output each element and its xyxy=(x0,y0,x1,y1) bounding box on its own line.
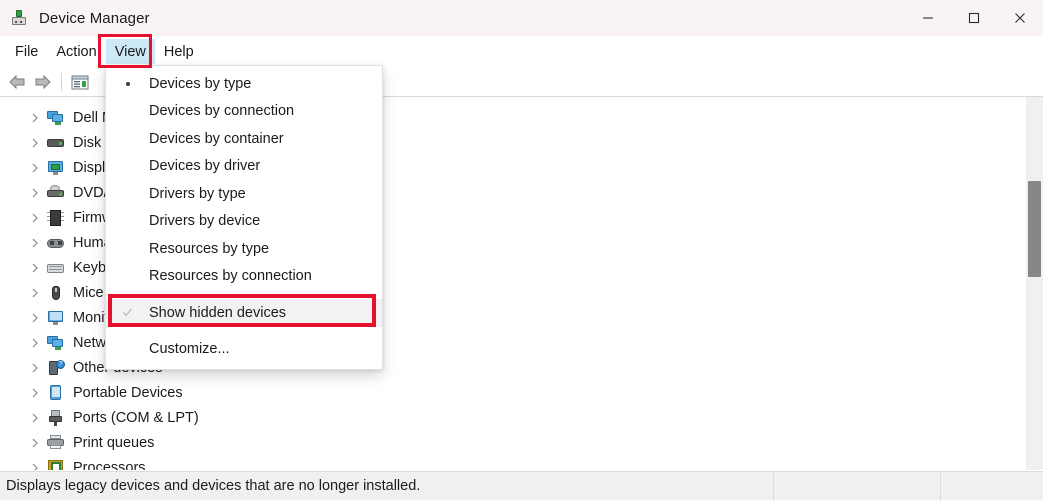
status-message: Displays legacy devices and devices that… xyxy=(6,478,421,494)
display-adapter-icon xyxy=(47,160,65,176)
status-bar: Displays legacy devices and devices that… xyxy=(0,471,1043,501)
chevron-right-icon[interactable] xyxy=(27,335,43,351)
menu-item-drivers-by-device[interactable]: Drivers by device xyxy=(106,208,382,236)
menu-item-label: Customize... xyxy=(149,341,230,358)
chevron-right-icon[interactable] xyxy=(27,410,43,426)
checkmark-icon xyxy=(106,307,149,318)
disk-drive-icon xyxy=(47,135,65,151)
menu-item-devices-by-container[interactable]: Devices by container xyxy=(106,125,382,153)
mouse-icon xyxy=(47,285,65,301)
tree-item-label: Portable Devices xyxy=(73,384,183,401)
menu-action[interactable]: Action xyxy=(47,39,105,64)
chevron-right-icon[interactable] xyxy=(27,160,43,176)
menu-item-resources-by-connection[interactable]: Resources by connection xyxy=(106,263,382,291)
forward-button[interactable] xyxy=(30,70,56,94)
properties-button[interactable] xyxy=(67,70,93,94)
status-panel-2 xyxy=(773,471,940,501)
menu-item-label: Devices by connection xyxy=(149,103,295,120)
chevron-right-icon[interactable] xyxy=(27,235,43,251)
chevron-right-icon[interactable] xyxy=(27,360,43,376)
device-manager-icon xyxy=(11,10,27,26)
menu-item-label: Resources by connection xyxy=(149,268,312,285)
scrollbar-thumb[interactable] xyxy=(1028,181,1041,277)
radio-dot-icon xyxy=(106,81,149,86)
menu-item-resources-by-type[interactable]: Resources by type xyxy=(106,235,382,263)
menu-file[interactable]: File xyxy=(6,39,47,64)
chevron-right-icon[interactable] xyxy=(27,285,43,301)
menu-separator xyxy=(106,327,382,336)
processor-icon xyxy=(47,459,65,470)
menu-separator xyxy=(106,290,382,299)
other-devices-icon: ? xyxy=(47,359,65,376)
maximize-button[interactable] xyxy=(951,0,997,36)
tree-row[interactable]: Processors xyxy=(0,455,1012,470)
menu-item-drivers-by-type[interactable]: Drivers by type xyxy=(106,180,382,208)
tree-item-label: Print queues xyxy=(73,434,155,451)
chevron-right-icon[interactable] xyxy=(27,135,43,151)
menu-item-label: Resources by type xyxy=(149,240,270,257)
tree-item-label: Ports (COM & LPT) xyxy=(73,409,199,426)
port-plug-icon xyxy=(47,409,65,426)
menu-item-label: Devices by driver xyxy=(149,158,261,175)
tree-row[interactable]: Portable Devices xyxy=(0,380,1012,405)
toolbar-separator xyxy=(61,73,62,91)
menu-item-label: Show hidden devices xyxy=(149,304,287,321)
menu-help[interactable]: Help xyxy=(155,39,203,64)
chevron-right-icon[interactable] xyxy=(27,185,43,201)
window-controls xyxy=(905,0,1043,36)
network-adapters-icon xyxy=(47,335,65,351)
menu-item-label: Devices by container xyxy=(149,130,284,147)
menu-item-label: Drivers by type xyxy=(149,185,246,202)
network-adapters-icon xyxy=(47,110,65,126)
window-title: Device Manager xyxy=(39,9,150,27)
status-panel-3 xyxy=(940,471,1043,501)
menu-item-devices-by-driver[interactable]: Devices by driver xyxy=(106,153,382,181)
view-dropdown-menu: Devices by type Devices by connection De… xyxy=(105,65,383,370)
portable-device-icon xyxy=(47,384,65,401)
menu-item-show-hidden-devices[interactable]: Show hidden devices xyxy=(106,299,382,327)
menu-item-devices-by-type[interactable]: Devices by type xyxy=(106,70,382,98)
title-bar: Device Manager xyxy=(0,0,1043,36)
chevron-right-icon[interactable] xyxy=(27,210,43,226)
tree-row[interactable]: Ports (COM & LPT) xyxy=(0,405,1012,430)
menu-item-customize[interactable]: Customize... xyxy=(106,336,382,364)
chevron-right-icon[interactable] xyxy=(27,310,43,326)
vertical-scrollbar[interactable] xyxy=(1026,97,1043,470)
menu-view[interactable]: View xyxy=(105,39,155,64)
chevron-right-icon[interactable] xyxy=(27,385,43,401)
firmware-chip-icon xyxy=(47,209,65,226)
chevron-right-icon[interactable] xyxy=(27,435,43,451)
hid-gamepad-icon xyxy=(47,235,65,251)
chevron-right-icon[interactable] xyxy=(27,260,43,276)
close-button[interactable] xyxy=(997,0,1043,36)
menu-item-label: Drivers by device xyxy=(149,213,261,230)
menu-item-devices-by-connection[interactable]: Devices by connection xyxy=(106,98,382,126)
minimize-button[interactable] xyxy=(905,0,951,36)
menu-item-label: Devices by type xyxy=(149,75,252,92)
chevron-right-icon[interactable] xyxy=(27,460,43,470)
chevron-right-icon[interactable] xyxy=(27,110,43,126)
menu-bar: File Action View Help xyxy=(0,36,1043,67)
dvd-drive-icon xyxy=(47,184,65,201)
back-button[interactable] xyxy=(4,70,30,94)
tree-item-label: Processors xyxy=(73,459,146,471)
tree-row[interactable]: Print queues xyxy=(0,430,1012,455)
printer-icon xyxy=(47,434,65,451)
keyboard-icon xyxy=(47,260,65,276)
monitor-icon xyxy=(47,310,65,326)
